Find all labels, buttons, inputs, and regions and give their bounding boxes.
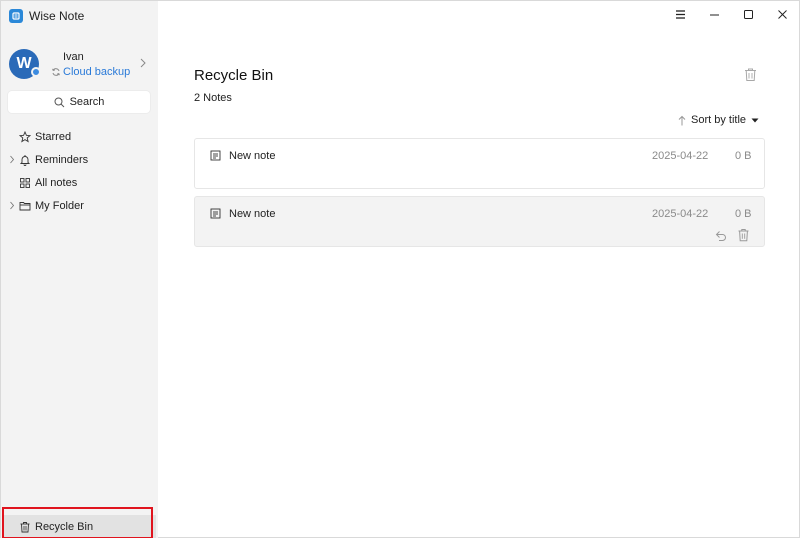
cloud-backup-link[interactable]: Cloud backup: [51, 66, 130, 78]
profile-section[interactable]: W Ivan Cloud backup: [9, 46, 151, 82]
profile-name: Ivan: [63, 50, 84, 63]
star-icon: [19, 130, 31, 143]
note-date: 2025-04-22: [652, 208, 709, 220]
sidebar-item-my-folder[interactable]: My Folder: [9, 194, 154, 217]
note-size: 0 B: [735, 208, 752, 220]
sidebar-item-reminders[interactable]: Reminders: [9, 148, 154, 171]
main-panel: Recycle Bin 2 Notes Sort by title New no…: [158, 1, 800, 538]
caret-down-icon: [751, 118, 759, 122]
chevron-right-icon[interactable]: [9, 155, 15, 164]
grid-icon: [19, 177, 31, 189]
note-date: 2025-04-22: [652, 150, 709, 162]
bell-icon: [19, 154, 31, 166]
sidebar-item-starred[interactable]: Starred: [9, 125, 154, 148]
app-title: Wise Note: [29, 9, 85, 23]
search-button[interactable]: Search: [8, 91, 150, 113]
sidebar-item-label: All notes: [35, 176, 78, 189]
sort-arrow-up-icon: [678, 115, 686, 125]
avatar[interactable]: W: [9, 49, 41, 79]
search-label: Search: [69, 96, 105, 108]
app-logo-icon: [9, 9, 23, 23]
trash-icon: [20, 522, 30, 533]
note-item[interactable]: New note 2025-04-22 0 B: [194, 196, 765, 247]
app-window: Wise Note W Ivan Cloud backup Search Sta…: [0, 0, 800, 538]
empty-recycle-bin-button[interactable]: [743, 67, 758, 82]
sidebar-nav: Starred Reminders All notes My Folder: [9, 125, 154, 217]
note-size: 0 B: [735, 150, 752, 162]
sync-icon: [52, 67, 60, 76]
profile-info: Ivan Cloud backup: [51, 51, 130, 78]
sort-dropdown[interactable]: Sort by title: [678, 114, 759, 126]
chevron-right-icon[interactable]: [139, 58, 147, 68]
sidebar-item-label: Reminders: [35, 153, 89, 166]
note-icon: [210, 150, 221, 161]
sidebar-item-all-notes[interactable]: All notes: [9, 171, 154, 194]
trash-icon: [745, 68, 756, 81]
chevron-right-icon[interactable]: [9, 201, 15, 210]
delete-icon[interactable]: [737, 228, 750, 242]
note-title: New note: [229, 150, 276, 162]
avatar-status-dot: [31, 67, 41, 77]
folder-icon: [19, 200, 31, 212]
cloud-backup-label: Cloud backup: [63, 65, 131, 78]
note-item[interactable]: New note 2025-04-22 0 B: [194, 138, 765, 189]
restore-icon[interactable]: [714, 230, 727, 241]
search-icon: [54, 97, 64, 107]
page-title: Recycle Bin: [194, 67, 274, 84]
sidebar-item-label: My Folder: [35, 199, 84, 212]
note-title: New note: [229, 208, 276, 220]
sidebar: Wise Note W Ivan Cloud backup Search Sta…: [1, 1, 158, 538]
avatar-letter: W: [16, 55, 32, 72]
note-icon: [210, 208, 221, 219]
sidebar-item-label: Starred: [35, 130, 72, 143]
note-count: 2 Notes: [194, 92, 232, 104]
sidebar-item-label: Recycle Bin: [35, 521, 94, 533]
sort-label: Sort by title: [691, 114, 747, 126]
sidebar-item-recycle-bin[interactable]: Recycle Bin: [3, 515, 156, 538]
app-title-bar: Wise Note: [9, 9, 84, 23]
